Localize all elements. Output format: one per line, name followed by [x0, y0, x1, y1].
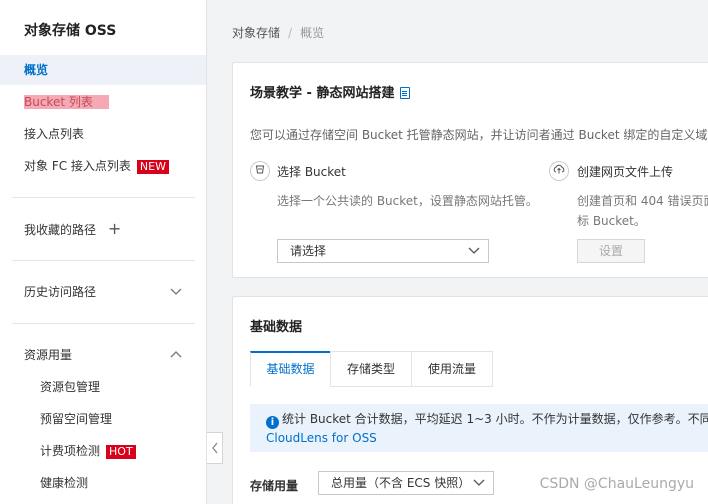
storage-usage-select-value: 总用量（不含 ECS 快照） — [331, 476, 471, 490]
notice-text: 统计 Bucket 合计数据，平均延迟 1~3 小时。不作为计量数据，仅作参考。… — [282, 412, 708, 426]
scenario-title: 场景教学 - 静态网站搭建 — [250, 82, 411, 101]
document-icon[interactable] — [400, 87, 411, 99]
basic-data-title: 基础数据 — [250, 320, 303, 335]
sidebar-item-label: 概览 — [24, 63, 49, 77]
sidebar-divider — [12, 197, 195, 198]
sidebar-group-label: 我收藏的路径 — [24, 223, 97, 237]
sidebar-item-health-check[interactable]: 健康检测 — [0, 468, 206, 498]
storage-usage-select[interactable]: 总用量（不含 ECS 快照） — [318, 471, 494, 495]
scenario-card: 场景教学 - 静态网站搭建 您可以通过存储空间 Bucket 托管静态网站，并让… — [232, 62, 708, 278]
sidebar-item-label: Bucket 列表 — [24, 95, 109, 109]
step2-description-line1: 创建首页和 404 错误页面 — [577, 194, 708, 208]
sidebar-item-bucket-list[interactable]: Bucket 列表 — [0, 87, 206, 117]
info-notice: i 统计 Bucket 合计数据，平均延迟 1~3 小时。不作为计量数据，仅作参考… — [250, 404, 708, 452]
sidebar-collapse-handle[interactable] — [207, 432, 223, 464]
tab-basic-data[interactable]: 基础数据 — [250, 351, 331, 387]
sidebar-resources[interactable]: 资源用量 — [0, 340, 206, 370]
sidebar-item-billing-check[interactable]: 计费项检测 HOT — [0, 436, 206, 466]
sidebar-item-label: 资源包管理 — [40, 380, 101, 394]
sidebar-item-access-points[interactable]: 接入点列表 — [0, 119, 206, 149]
plus-icon[interactable]: + — [108, 219, 121, 238]
bucket-icon — [250, 161, 270, 181]
watermark: CSDN @ChauLeungyu — [539, 476, 694, 492]
sidebar-divider — [12, 260, 195, 261]
sidebar-divider — [12, 323, 195, 324]
breadcrumb: 对象存储 / 概览 — [232, 24, 324, 41]
sidebar-item-resource-packs[interactable]: 资源包管理 — [0, 372, 206, 402]
breadcrumb-root[interactable]: 对象存储 — [232, 26, 280, 40]
bucket-select[interactable]: 请选择 — [277, 239, 489, 263]
breadcrumb-current: 概览 — [300, 26, 325, 40]
scenario-title-text: 场景教学 - 静态网站搭建 — [250, 86, 395, 101]
tab-storage-type[interactable]: 存储类型 — [330, 351, 412, 387]
step2-title: 创建网页文件上传 — [577, 165, 674, 179]
hot-badge: HOT — [106, 444, 136, 459]
sidebar-item-label: 预留空间管理 — [40, 412, 113, 426]
cloudlens-link[interactable]: CloudLens for OSS — [266, 429, 708, 447]
chevron-down-icon — [473, 472, 485, 502]
sidebar-item-label: 对象 FC 接入点列表 — [24, 159, 131, 173]
sidebar-item-label: 接入点列表 — [24, 127, 85, 141]
sidebar-favorites[interactable]: 我收藏的路径 + — [0, 214, 206, 244]
tab-usage-traffic[interactable]: 使用流量 — [411, 351, 493, 387]
chevron-left-icon — [211, 442, 219, 466]
sidebar-group-label: 资源用量 — [24, 348, 73, 362]
chevron-down-icon — [170, 277, 182, 318]
new-badge: NEW — [136, 159, 169, 174]
sidebar-group-label: 历史访问路径 — [24, 285, 97, 299]
sidebar-item-label: 计费项检测 — [40, 444, 101, 458]
basic-data-card: 基础数据 基础数据 存储类型 使用流量 i 统计 Bucket 合计数据，平均延迟… — [232, 296, 708, 504]
cloud-upload-icon — [549, 161, 569, 181]
sidebar-item-fc-access-points[interactable]: 对象 FC 接入点列表 NEW — [0, 151, 206, 181]
info-icon: i — [266, 416, 279, 429]
breadcrumb-separator: / — [288, 26, 293, 40]
chevron-down-icon — [468, 240, 480, 270]
sidebar-title: 对象存储 OSS — [24, 23, 117, 39]
settings-button[interactable]: 设置 — [577, 239, 645, 263]
sidebar: 对象存储 OSS 概览 Bucket 列表 接入点列表 对象 FC 接入点列表 N… — [0, 0, 207, 504]
step1-title: 选择 Bucket — [277, 165, 346, 179]
sidebar-history[interactable]: 历史访问路径 — [0, 277, 206, 307]
bucket-select-value: 请选择 — [290, 244, 327, 258]
storage-usage-label: 存储用量 — [250, 479, 299, 493]
step2-description-line2: 标 Bucket。 — [577, 214, 646, 228]
sidebar-item-label: 健康检测 — [40, 476, 89, 490]
step1-description: 选择一个公共读的 Bucket，设置静态网站托管。 — [277, 194, 538, 208]
sidebar-item-overview[interactable]: 概览 — [0, 55, 206, 85]
scenario-description: 您可以通过存储空间 Bucket 托管静态网站，并让访问者通过 Bucket 绑… — [250, 128, 708, 142]
sidebar-item-reserved-space[interactable]: 预留空间管理 — [0, 404, 206, 434]
